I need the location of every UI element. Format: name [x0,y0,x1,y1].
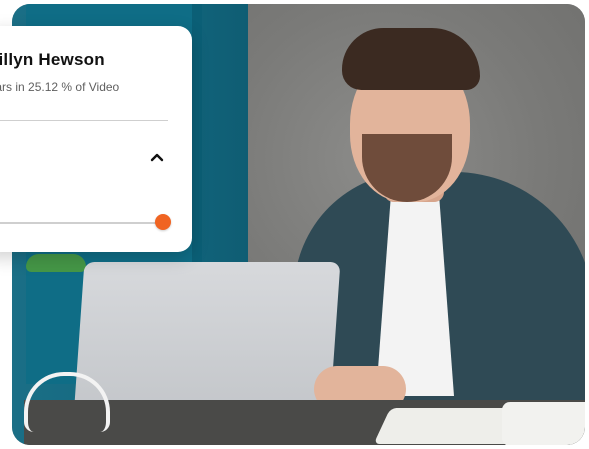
plant-leaf [26,254,86,272]
collapse-button[interactable] [148,148,166,166]
notebook [502,402,585,445]
man-hair [342,28,480,90]
timeline-slider-knob[interactable] [155,214,171,230]
divider [0,120,168,121]
appearance-stat: pears in 25.12 % of Video [0,80,120,94]
person-name: arillyn Hewson [0,50,105,69]
face-detection-card: arillyn Hewson pears in 25.12 % of Video [0,26,192,252]
timeline-slider-track[interactable] [0,222,160,224]
chevron-up-icon [150,153,164,162]
